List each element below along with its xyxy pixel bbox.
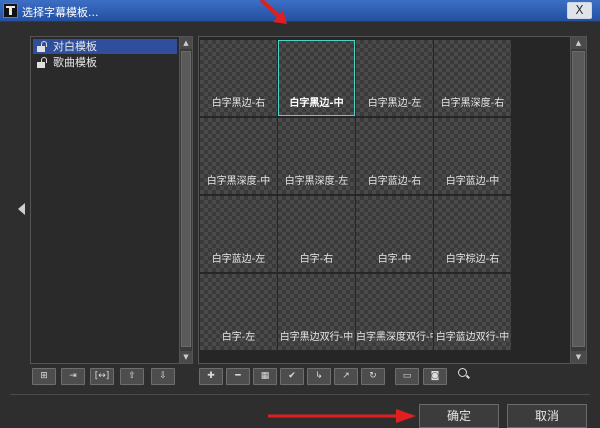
add-folder-icon[interactable]: ⊞ bbox=[32, 368, 56, 385]
template-label: 白字蓝边双行-中 bbox=[435, 332, 510, 343]
move-up-icon[interactable]: ⇧ bbox=[120, 368, 144, 385]
template-thumbnail[interactable]: 白字棕边-右 bbox=[434, 196, 511, 272]
scroll-thumb[interactable] bbox=[572, 51, 585, 347]
title-bar: 选择字幕模板... X bbox=[0, 0, 600, 22]
template-thumbnail[interactable]: 白字蓝边双行-中 bbox=[434, 274, 511, 350]
template-label: 白字黑边双行-中 bbox=[279, 332, 354, 343]
template-thumbnail[interactable]: 白字黑边-中 bbox=[278, 40, 355, 116]
template-label: 白字-右 bbox=[299, 254, 334, 265]
snapshot-icon[interactable]: ◙ bbox=[423, 368, 447, 385]
add-icon[interactable]: ✚ bbox=[199, 368, 223, 385]
template-label: 白字-中 bbox=[377, 254, 412, 265]
template-label: 白字黑深度-左 bbox=[284, 176, 349, 187]
template-grid-panel: 白字黑边-右 白字黑边-中 白字黑边-左 白字黑深度-右 白字黑深度-中 白字黑深度-左白… bbox=[198, 36, 587, 364]
template-label: 白字黑深度-右 bbox=[440, 98, 505, 109]
zoom-icon[interactable] bbox=[458, 368, 467, 377]
dialog-body: 对白模板 歌曲模板 ▲ ▼ 白字黑边-右 白字黑边-中 白字黑边-左 白字黑深度-右白… bbox=[0, 22, 600, 428]
template-thumbnail[interactable]: 白字黑深度-左 bbox=[278, 118, 355, 194]
refresh-icon[interactable]: ↻ bbox=[361, 368, 385, 385]
ok-button[interactable]: 确定 bbox=[419, 404, 499, 428]
grid-icon[interactable]: ▦ bbox=[253, 368, 277, 385]
unlock-icon bbox=[37, 41, 48, 52]
template-thumbnail[interactable]: 白字黑深度双行-中 bbox=[356, 274, 433, 350]
move-down-icon[interactable]: ⇩ bbox=[151, 368, 175, 385]
annotation-arrow-ok bbox=[268, 409, 416, 423]
template-thumbnail[interactable]: 白字-左 bbox=[200, 274, 277, 350]
template-thumbnail[interactable]: 白字蓝边-右 bbox=[356, 118, 433, 194]
template-label: 白字蓝边-中 bbox=[445, 176, 500, 187]
scroll-up-icon[interactable]: ▲ bbox=[180, 37, 192, 49]
template-label: 白字黑深度双行-中 bbox=[356, 332, 433, 343]
scroll-up-icon[interactable]: ▲ bbox=[571, 37, 586, 49]
template-label: 白字蓝边-左 bbox=[211, 254, 266, 265]
close-button[interactable]: X bbox=[567, 2, 592, 19]
template-thumbnail[interactable]: 白字-右 bbox=[278, 196, 355, 272]
template-thumbnail[interactable]: 白字-中 bbox=[356, 196, 433, 272]
annotation-arrow-top bbox=[259, 0, 287, 24]
grid-scrollbar[interactable]: ▲ ▼ bbox=[570, 37, 586, 363]
divider bbox=[10, 394, 590, 395]
tree-scrollbar[interactable]: ▲ ▼ bbox=[179, 37, 192, 363]
template-label: 白字蓝边-右 bbox=[367, 176, 422, 187]
monitor-icon[interactable]: ▭ bbox=[395, 368, 419, 385]
app-icon bbox=[3, 3, 18, 18]
window-title: 选择字幕模板... bbox=[22, 6, 99, 19]
template-thumbnail[interactable]: 白字黑深度-中 bbox=[200, 118, 277, 194]
template-label: 白字黑边-右 bbox=[211, 98, 266, 109]
template-thumbnail[interactable]: 白字黑边双行-中 bbox=[278, 274, 355, 350]
template-thumbnail[interactable]: 白字蓝边-左 bbox=[200, 196, 277, 272]
unlock-icon bbox=[37, 57, 48, 68]
collapse-left-icon[interactable] bbox=[18, 203, 25, 215]
category-tree: 对白模板 歌曲模板 ▲ ▼ bbox=[30, 36, 193, 364]
tree-item-dialogue-templates[interactable]: 对白模板 bbox=[33, 39, 177, 54]
remove-icon[interactable]: ━ bbox=[226, 368, 250, 385]
template-thumbnail[interactable]: 白字黑边-左 bbox=[356, 40, 433, 116]
template-thumbnail[interactable]: 白字蓝边-中 bbox=[434, 118, 511, 194]
template-grid: 白字黑边-右 白字黑边-中 白字黑边-左 白字黑深度-右 白字黑深度-中 白字黑深度-左白… bbox=[200, 40, 512, 360]
tree-item-label: 对白模板 bbox=[53, 40, 97, 53]
move-folder-icon[interactable]: ⇥ bbox=[61, 368, 85, 385]
template-label: 白字-左 bbox=[221, 332, 256, 343]
rename-icon[interactable]: [↔] bbox=[90, 368, 114, 385]
template-label: 白字黑深度-中 bbox=[206, 176, 271, 187]
template-label: 白字黑边-中 bbox=[289, 98, 344, 109]
template-label: 白字黑边-左 bbox=[367, 98, 422, 109]
tree-item-song-templates[interactable]: 歌曲模板 bbox=[33, 55, 177, 70]
scroll-thumb[interactable] bbox=[181, 51, 191, 347]
template-thumbnail[interactable]: 白字黑边-右 bbox=[200, 40, 277, 116]
export-icon[interactable]: ↳ bbox=[307, 368, 331, 385]
share-icon[interactable]: ↗ bbox=[334, 368, 358, 385]
cancel-button[interactable]: 取消 bbox=[507, 404, 587, 428]
check-icon[interactable]: ✔ bbox=[280, 368, 304, 385]
scroll-down-icon[interactable]: ▼ bbox=[571, 351, 586, 363]
template-thumbnail[interactable]: 白字黑深度-右 bbox=[434, 40, 511, 116]
scroll-down-icon[interactable]: ▼ bbox=[180, 351, 192, 363]
tree-item-label: 歌曲模板 bbox=[53, 56, 97, 69]
template-label: 白字棕边-右 bbox=[445, 254, 500, 265]
